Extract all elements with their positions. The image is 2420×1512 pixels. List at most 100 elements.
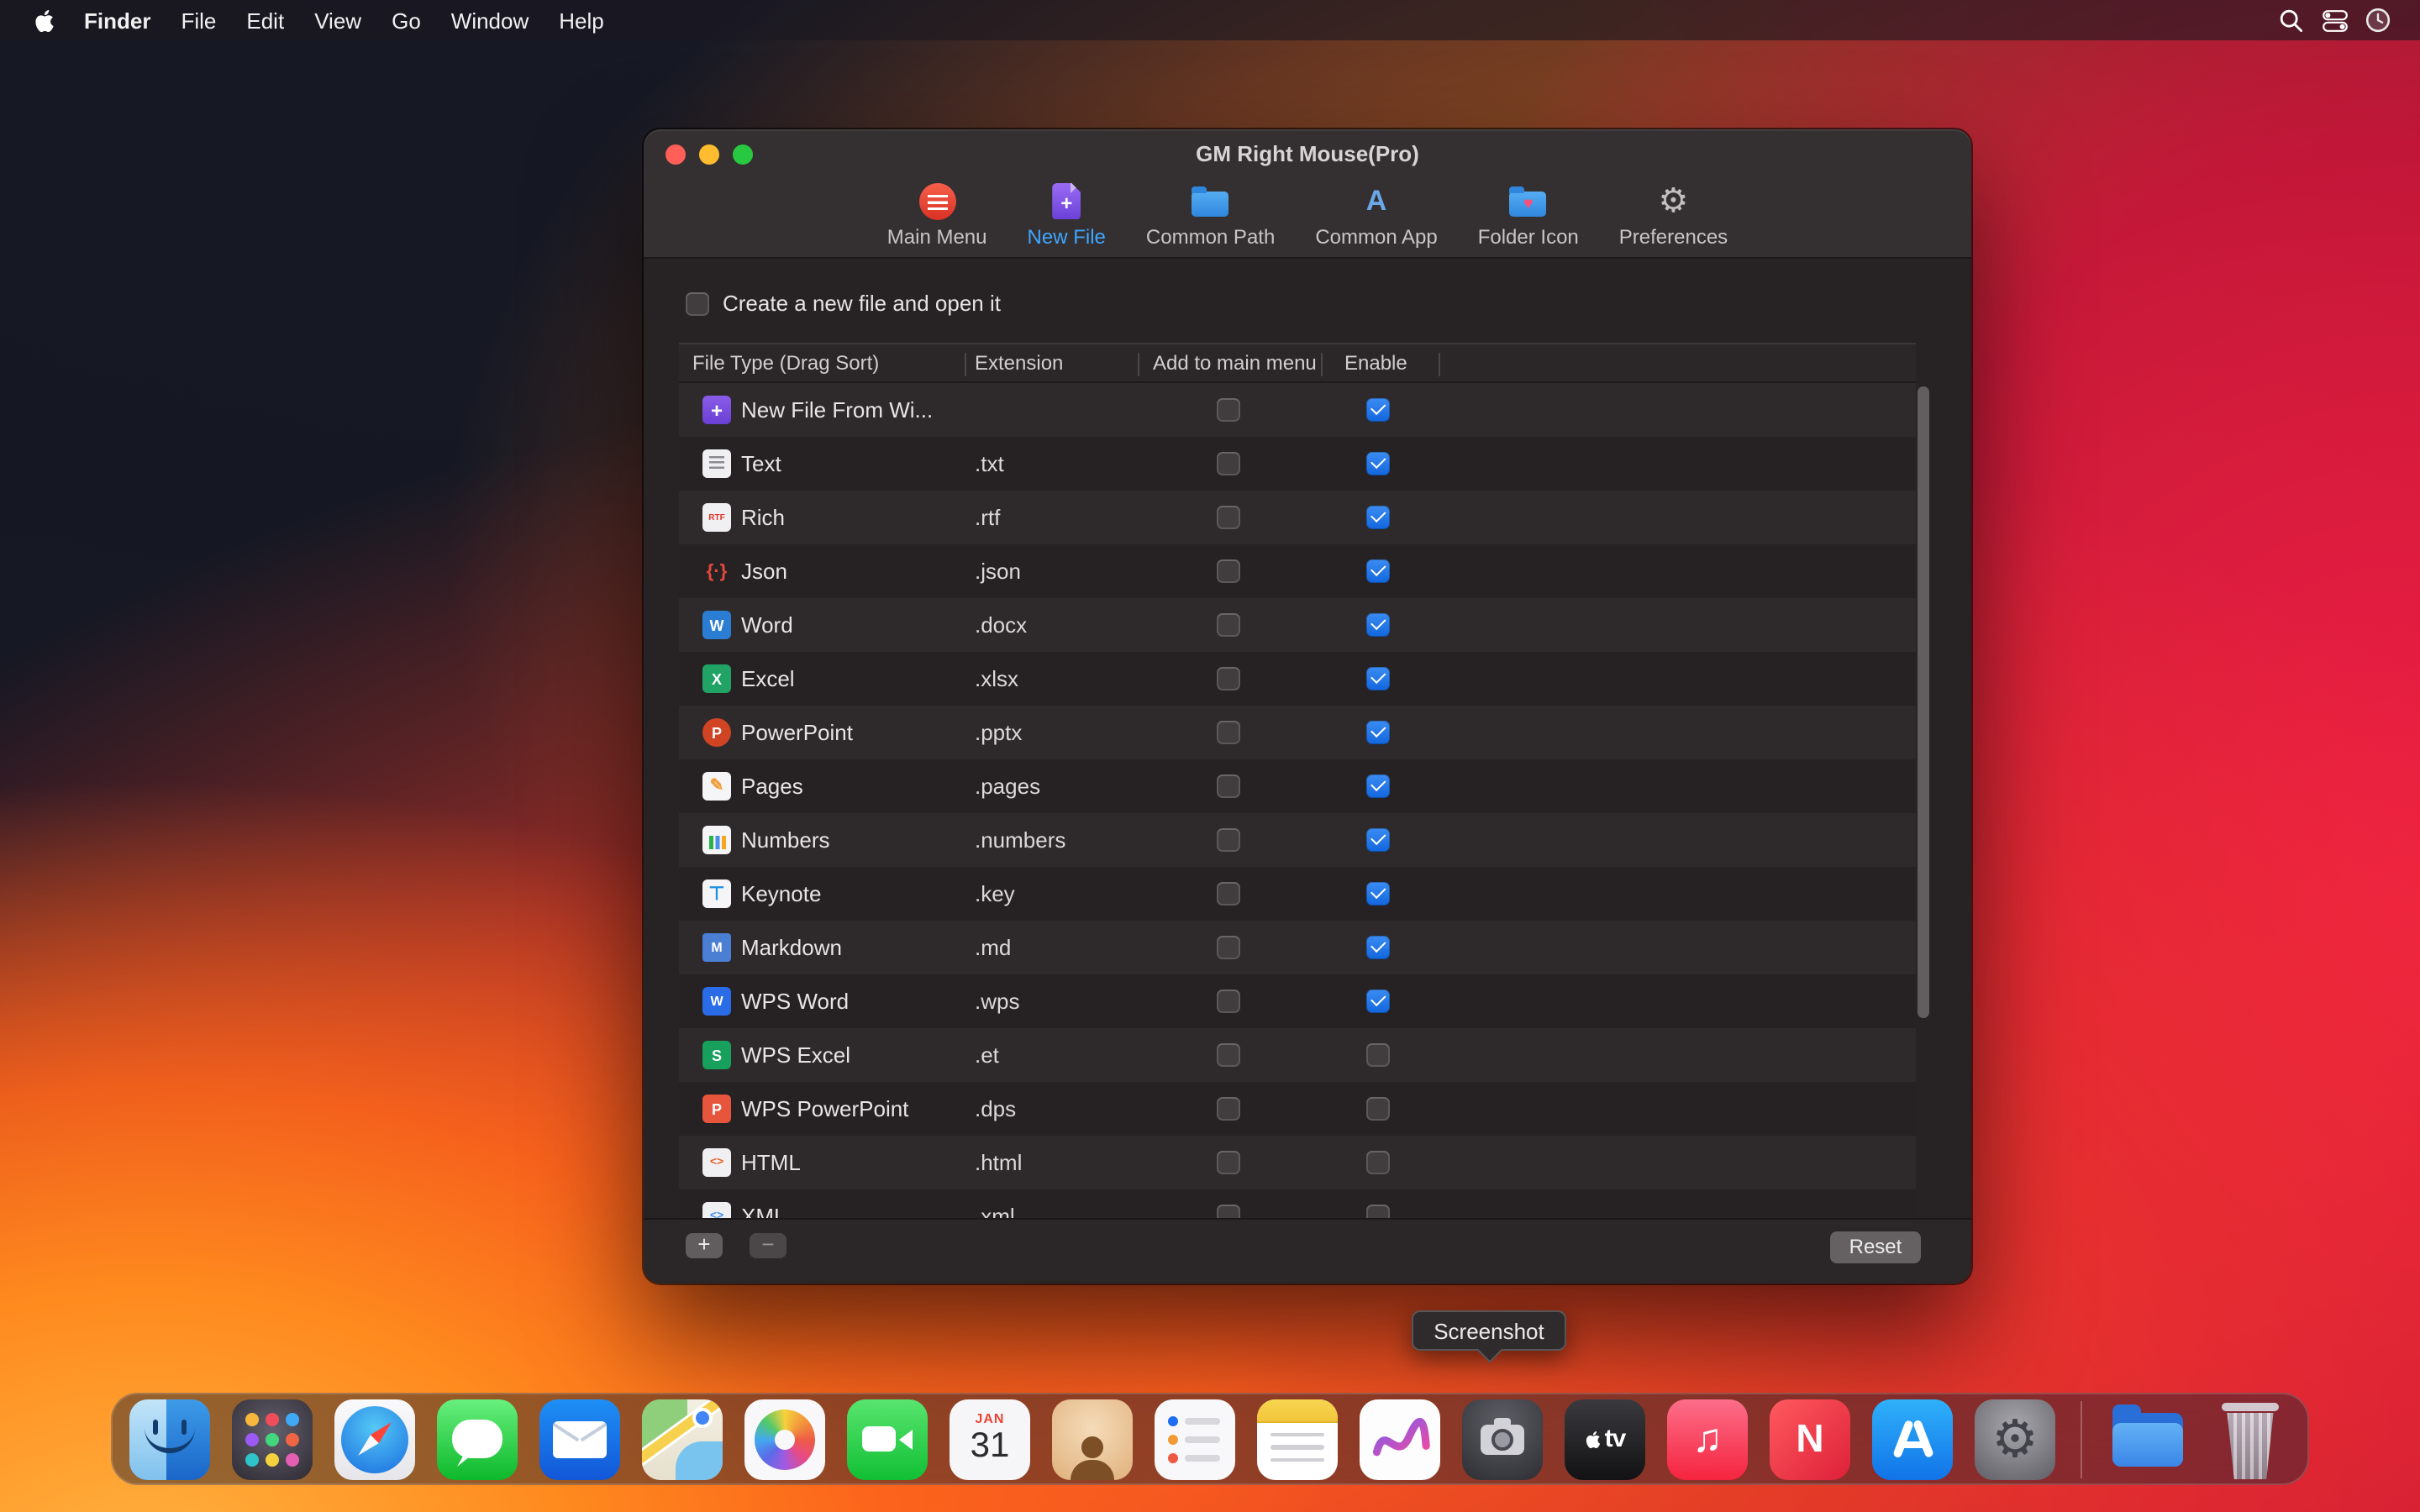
table-row[interactable]: Numbers .numbers xyxy=(679,813,1916,867)
notes-dock-icon[interactable] xyxy=(1257,1399,1338,1479)
table-row[interactable]: New File From Wi... xyxy=(679,383,1916,437)
add-to-main-menu-checkbox[interactable] xyxy=(1217,559,1240,583)
scrollbar-thumb[interactable] xyxy=(1918,386,1929,1018)
add-to-main-menu-checkbox[interactable] xyxy=(1217,1205,1240,1218)
maps-dock-icon[interactable] xyxy=(642,1399,723,1479)
add-to-main-menu-checkbox[interactable] xyxy=(1217,882,1240,906)
screenshot-dock-icon[interactable] xyxy=(1462,1399,1543,1479)
tab-main-menu[interactable]: Main Menu xyxy=(874,178,1001,252)
column-extension[interactable]: Extension xyxy=(975,344,1063,383)
trash-dock-icon[interactable] xyxy=(2210,1399,2291,1479)
menu-item-window[interactable]: Window xyxy=(436,8,544,33)
table-row[interactable]: HTML .html xyxy=(679,1136,1916,1189)
enable-checkbox[interactable] xyxy=(1366,1205,1390,1218)
search-icon[interactable] xyxy=(2269,8,2312,33)
menu-item-view[interactable]: View xyxy=(299,8,376,33)
table-row[interactable]: Pages .pages xyxy=(679,759,1916,813)
enable-checkbox[interactable] xyxy=(1366,559,1390,583)
enable-checkbox[interactable] xyxy=(1366,613,1390,637)
enable-checkbox[interactable] xyxy=(1366,667,1390,690)
reset-button[interactable]: Reset xyxy=(1830,1231,1921,1263)
enable-checkbox[interactable] xyxy=(1366,936,1390,959)
excel-file-icon xyxy=(702,664,731,693)
column-enable[interactable]: Enable xyxy=(1344,344,1407,383)
menu-item-file[interactable]: File xyxy=(166,8,231,33)
enable-checkbox[interactable] xyxy=(1366,990,1390,1013)
screenshot-tooltip: Screenshot xyxy=(1412,1310,1566,1351)
table-row[interactable]: Markdown .md xyxy=(679,921,1916,974)
enable-checkbox[interactable] xyxy=(1366,1043,1390,1067)
enable-checkbox[interactable] xyxy=(1366,882,1390,906)
reminders-dock-icon[interactable] xyxy=(1155,1399,1235,1479)
table-row[interactable]: Excel .xlsx xyxy=(679,652,1916,706)
column-add-to-main-menu[interactable]: Add to main menu xyxy=(1153,344,1317,383)
downloads-dock-icon[interactable] xyxy=(2107,1399,2188,1479)
enable-checkbox[interactable] xyxy=(1366,398,1390,422)
add-to-main-menu-checkbox[interactable] xyxy=(1217,452,1240,475)
table-row[interactable]: Keynote .key xyxy=(679,867,1916,921)
add-to-main-menu-checkbox[interactable] xyxy=(1217,828,1240,852)
add-to-main-menu-checkbox[interactable] xyxy=(1217,667,1240,690)
tv-dock-icon[interactable]: tv xyxy=(1565,1399,1645,1479)
table-row[interactable]: PowerPoint .pptx xyxy=(679,706,1916,759)
system-settings-dock-icon[interactable] xyxy=(1975,1399,2055,1479)
add-to-main-menu-checkbox[interactable] xyxy=(1217,1151,1240,1174)
tab-common-app[interactable]: Common App xyxy=(1302,178,1450,252)
enable-checkbox[interactable] xyxy=(1366,721,1390,744)
remove-file-type-button[interactable]: − xyxy=(750,1233,786,1258)
add-to-main-menu-checkbox[interactable] xyxy=(1217,398,1240,422)
facetime-dock-icon[interactable] xyxy=(847,1399,928,1479)
file-type-name: Excel xyxy=(741,666,795,691)
add-to-main-menu-checkbox[interactable] xyxy=(1217,936,1240,959)
safari-dock-icon[interactable] xyxy=(334,1399,415,1479)
freeform-dock-icon[interactable] xyxy=(1360,1399,1440,1479)
table-row[interactable]: WPS Excel .et xyxy=(679,1028,1916,1082)
mail-dock-icon[interactable] xyxy=(539,1399,620,1479)
table-row[interactable]: WPS PowerPoint .dps xyxy=(679,1082,1916,1136)
apple-menu-icon[interactable] xyxy=(20,8,69,33)
enable-checkbox[interactable] xyxy=(1366,774,1390,798)
music-dock-icon[interactable] xyxy=(1667,1399,1748,1479)
enable-checkbox[interactable] xyxy=(1366,1151,1390,1174)
add-to-main-menu-checkbox[interactable] xyxy=(1217,774,1240,798)
add-to-main-menu-checkbox[interactable] xyxy=(1217,990,1240,1013)
tab-folder-icon[interactable]: Folder Icon xyxy=(1465,178,1592,252)
column-file-type[interactable]: File Type (Drag Sort) xyxy=(692,344,879,383)
file-type-name: PowerPoint xyxy=(741,720,853,745)
finder-dock-icon[interactable] xyxy=(129,1399,210,1479)
table-row[interactable]: Json .json xyxy=(679,544,1916,598)
messages-dock-icon[interactable] xyxy=(437,1399,518,1479)
enable-checkbox[interactable] xyxy=(1366,1097,1390,1121)
add-to-main-menu-checkbox[interactable] xyxy=(1217,1097,1240,1121)
app-store-dock-icon[interactable] xyxy=(1872,1399,1953,1479)
menu-item-edit[interactable]: Edit xyxy=(231,8,299,33)
add-to-main-menu-checkbox[interactable] xyxy=(1217,613,1240,637)
photos-dock-icon[interactable] xyxy=(744,1399,825,1479)
table-row[interactable]: Rich .rtf xyxy=(679,491,1916,544)
add-to-main-menu-checkbox[interactable] xyxy=(1217,506,1240,529)
menu-item-help[interactable]: Help xyxy=(544,8,619,33)
calendar-dock-icon[interactable]: JAN 31 xyxy=(950,1399,1030,1479)
user-icon[interactable] xyxy=(2356,7,2400,34)
table-row[interactable]: Word .docx xyxy=(679,598,1916,652)
table-row[interactable]: XML .xml xyxy=(679,1189,1916,1218)
control-center-icon[interactable] xyxy=(2312,9,2356,31)
enable-checkbox[interactable] xyxy=(1366,828,1390,852)
table-row[interactable]: WPS Word .wps xyxy=(679,974,1916,1028)
enable-checkbox[interactable] xyxy=(1366,506,1390,529)
add-to-main-menu-checkbox[interactable] xyxy=(1217,1043,1240,1067)
menu-item-go[interactable]: Go xyxy=(376,8,436,33)
add-to-main-menu-checkbox[interactable] xyxy=(1217,721,1240,744)
tab-common-path[interactable]: Common Path xyxy=(1133,178,1288,252)
enable-checkbox[interactable] xyxy=(1366,452,1390,475)
tab-preferences[interactable]: Preferences xyxy=(1606,178,1741,252)
create-file-checkbox[interactable] xyxy=(686,291,709,315)
table-row[interactable]: Text .txt xyxy=(679,437,1916,491)
menu-item-finder[interactable]: Finder xyxy=(69,8,166,33)
launchpad-dock-icon[interactable] xyxy=(232,1399,313,1479)
markdown-file-icon xyxy=(702,933,731,962)
news-dock-icon[interactable] xyxy=(1770,1399,1850,1479)
add-file-type-button[interactable]: + xyxy=(686,1233,723,1258)
tab-new-file[interactable]: New File xyxy=(1014,178,1119,252)
contacts-dock-icon[interactable] xyxy=(1052,1399,1133,1479)
